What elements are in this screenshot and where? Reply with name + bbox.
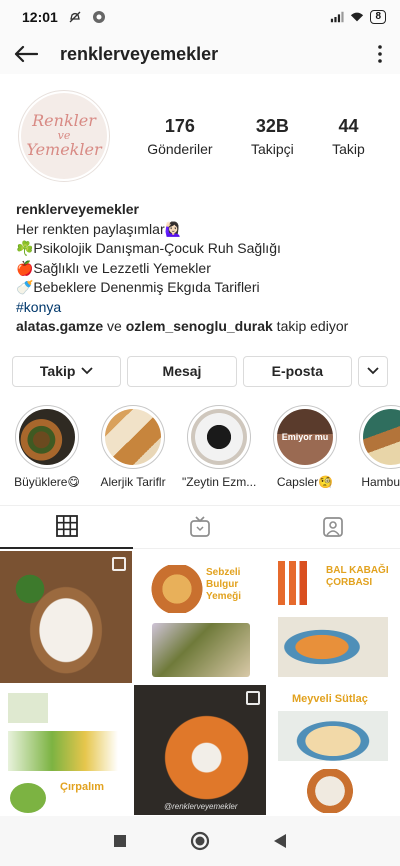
profile-actions: Takip Mesaj E-posta <box>0 337 400 387</box>
highlight-thumbnail <box>105 408 161 465</box>
profile-tabs <box>0 504 400 549</box>
chevron-down-icon <box>81 367 94 375</box>
highlight-item[interactable]: Emiyor mu Capsler🧐 <box>268 404 342 489</box>
highlight-ring <box>101 404 165 469</box>
follow-button-label: Takip <box>39 363 76 379</box>
tab-grid[interactable] <box>0 506 134 549</box>
highlight-thumbnail: Emiyor mu <box>277 408 333 465</box>
message-button[interactable]: Mesaj <box>127 355 237 387</box>
stat-label: Takip <box>332 140 365 157</box>
post-caption-text: Meyveli Sütlaç <box>292 692 368 705</box>
bio-line: 🍎Sağlıklı ve Lezzetli Yemekler <box>16 259 211 276</box>
highlight-label: "Zeytin Ezm... <box>182 474 256 489</box>
igtv-icon <box>190 515 210 537</box>
avatar-logo: Renkler ve Yemekler <box>21 93 107 179</box>
posts-grid: Sebzeli Bulgur Yemeği BAL KABAĞI ÇORBASI… <box>0 549 400 815</box>
multiple-posts-icon <box>112 556 126 571</box>
bio-name: renklerveyemekler <box>16 201 139 217</box>
back-button[interactable] <box>265 826 295 856</box>
signal-icon <box>330 10 344 24</box>
grid-icon <box>55 515 78 537</box>
highlight-ring: Emiyor mu <box>273 404 337 469</box>
back-arrow-icon[interactable] <box>12 40 40 68</box>
post-thumbnail[interactable]: Meyveli Sütlaç <box>268 684 400 815</box>
profile-username-title: renklerveyemekler <box>60 43 219 64</box>
avatar-logo-text: Yemekler <box>26 139 102 159</box>
stat-label: Gönderiler <box>147 140 213 157</box>
highlight-label: Hamburg... <box>361 474 400 489</box>
android-nav-bar <box>0 816 400 866</box>
status-time: 12:01 <box>22 9 58 25</box>
followed-joiner: ve <box>103 318 126 334</box>
highlight-label: Alerjik Tariflr <box>100 474 166 489</box>
followed-user-1: alatas.gamze <box>16 318 104 334</box>
mute-icon <box>68 10 82 24</box>
stat-label: Takipçi <box>250 140 294 157</box>
post-thumbnail[interactable]: @renklerveyemekler <box>134 684 266 815</box>
highlight-item[interactable]: Alerjik Tariflr <box>96 404 170 489</box>
highlight-thumbnail <box>363 408 400 465</box>
tagged-person-icon <box>323 516 344 537</box>
home-button[interactable] <box>185 826 215 856</box>
profile-stats: 176 Gönderiler 32B Takipçi 44 Takip <box>128 116 384 157</box>
tab-tagged[interactable] <box>266 506 400 549</box>
bio-hashtag-link[interactable]: #konya <box>16 298 384 318</box>
post-caption-text: BAL KABAĞI ÇORBASI <box>326 564 389 588</box>
stat-followers[interactable]: 32B Takipçi <box>251 116 294 157</box>
top-nav: renklerveyemekler <box>0 34 400 74</box>
highlight-ring <box>187 404 251 469</box>
status-bar: 12:01 8 <box>0 0 400 34</box>
stat-value: 44 <box>338 115 359 136</box>
tab-igtv[interactable] <box>133 506 267 549</box>
chrome-icon <box>92 10 106 24</box>
highlight-item[interactable]: "Zeytin Ezm... <box>182 404 256 489</box>
square-icon <box>114 835 126 847</box>
avatar-logo-text: Renkler <box>32 111 96 131</box>
highlight-ring <box>359 404 400 469</box>
highlight-label: Büyüklere😋 <box>14 474 80 489</box>
post-thumbnail[interactable]: BAL KABAĞI ÇORBASI <box>268 550 400 683</box>
highlight-item[interactable]: Hamburg... <box>354 404 400 489</box>
battery-indicator: 8 <box>370 10 386 24</box>
followed-by[interactable]: alatas.gamze ve ozlem_senoglu_durak taki… <box>16 317 384 337</box>
avatar[interactable]: Renkler ve Yemekler <box>18 90 110 182</box>
more-options-icon[interactable] <box>372 41 388 67</box>
post-watermark: @renklerveyemekler <box>164 801 238 811</box>
chevron-down-icon <box>367 367 379 375</box>
highlight-thumbnail <box>191 408 247 465</box>
post-caption-text: Çırpalım <box>60 780 105 793</box>
circle-icon <box>190 831 210 851</box>
email-button[interactable]: E-posta <box>242 355 352 387</box>
bio: renklerveyemekler Her renkten paylaşımla… <box>0 182 400 337</box>
post-caption-text: Sebzeli Bulgur Yemeği <box>206 566 242 602</box>
highlight-thumbnail <box>19 408 75 465</box>
stat-value: 176 <box>164 115 195 136</box>
wifi-icon <box>350 10 364 24</box>
highlight-ring <box>15 404 79 469</box>
multiple-posts-icon <box>246 690 260 705</box>
stat-posts[interactable]: 176 Gönderiler <box>147 116 212 157</box>
story-highlights: Büyüklere😋 Alerjik Tariflr "Zeytin Ezm..… <box>0 387 400 489</box>
stat-following[interactable]: 44 Takip <box>332 116 365 157</box>
followed-user-2: ozlem_senoglu_durak <box>125 318 273 334</box>
bio-line: ☘️Psikolojik Danışman-Çocuk Ruh Sağlığı <box>16 240 281 256</box>
post-thumbnail[interactable]: Çırpalım <box>0 684 132 815</box>
followed-suffix: takip ediyor <box>272 318 349 334</box>
profile-header: Renkler ve Yemekler 176 Gönderiler 32B T… <box>0 74 400 182</box>
post-thumbnail[interactable] <box>0 550 132 683</box>
highlight-label: Capsler🧐 <box>276 474 334 489</box>
triangle-back-icon <box>274 834 286 848</box>
highlight-item[interactable]: Büyüklere😋 <box>10 404 84 489</box>
follow-button[interactable]: Takip <box>12 355 122 387</box>
post-thumbnail[interactable]: Sebzeli Bulgur Yemeği <box>134 550 266 683</box>
bio-line: 🍼Bebeklere Denenmiş Ekgıda Tarifleri <box>16 279 260 295</box>
bio-line: Her renkten paylaşımlar🙋🏻‍♀️ <box>16 220 183 237</box>
suggested-accounts-button[interactable] <box>357 355 388 387</box>
stat-value: 32B <box>255 115 289 136</box>
highlight-overlay-text: Emiyor mu <box>281 431 329 442</box>
recent-apps-button[interactable] <box>105 826 135 856</box>
